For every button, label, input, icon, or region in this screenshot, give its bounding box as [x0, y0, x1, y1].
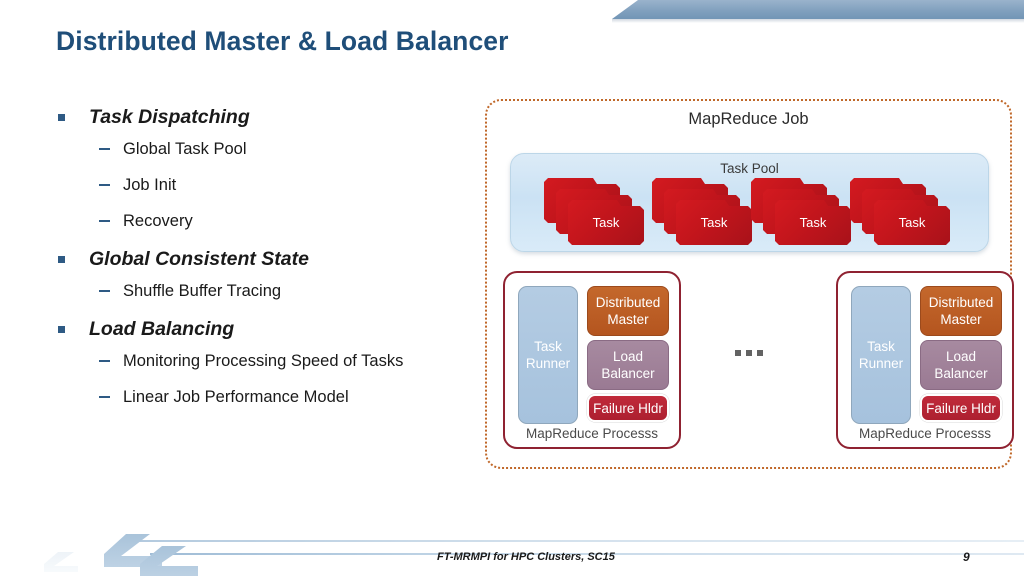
top-decorative-band-shadow	[612, 19, 1024, 23]
ellipsis-dot	[735, 350, 741, 356]
ellipsis-icon	[735, 350, 763, 356]
bullet-heading-label: Task Dispatching	[89, 106, 250, 128]
dash-bullet-icon	[99, 184, 110, 186]
bullet-group-0: Task Dispatching Global Task Pool Job In…	[56, 103, 476, 233]
bullet-sub-recovery: Recovery	[56, 209, 476, 233]
bullet-sub-linear-job-performance-model: Linear Job Performance Model	[56, 385, 476, 409]
distributed-master-box: Distributed Master	[920, 286, 1002, 336]
task-card: Task	[874, 200, 950, 245]
bullet-sub-label: Recovery	[123, 212, 193, 230]
dash-bullet-icon	[99, 396, 110, 398]
failure-handler-box: Failure Hldr	[587, 394, 669, 422]
square-bullet-icon	[58, 114, 65, 121]
failure-handler-box: Failure Hldr	[920, 394, 1002, 422]
task-pool-title: Task Pool	[720, 161, 779, 176]
mapreduce-process-box-left: Task Runner Distributed Master Load Bala…	[503, 271, 681, 449]
mapreduce-job-diagram: MapReduce Job Task Pool Task Task Task T…	[485, 99, 1014, 469]
square-bullet-icon	[58, 326, 65, 333]
load-balancer-box: Load Balancer	[587, 340, 669, 390]
dash-bullet-icon	[99, 290, 110, 292]
bullet-sub-label: Job Init	[123, 176, 177, 194]
diagram-title: MapReduce Job	[688, 110, 809, 128]
page-number: 9	[963, 550, 970, 564]
bullet-group-2: Load Balancing Monitoring Processing Spe…	[56, 315, 476, 409]
mapreduce-process-label: MapReduce Processs	[525, 426, 659, 441]
footer-chevron-ghost	[44, 552, 78, 572]
bullet-sub-shuffle-buffer-tracing: Shuffle Buffer Tracing	[56, 279, 476, 303]
bullet-sub-label: Linear Job Performance Model	[123, 388, 349, 406]
bullet-sub-label: Global Task Pool	[123, 140, 247, 158]
task-pool-container: Task Pool Task Task Task Task	[510, 153, 989, 252]
bullet-sub-label: Monitoring Processing Speed of Tasks	[123, 352, 404, 370]
bullet-sub-global-task-pool: Global Task Pool	[56, 137, 476, 161]
square-bullet-icon	[58, 256, 65, 263]
task-card: Task	[676, 200, 752, 245]
bullet-group-1: Global Consistent State Shuffle Buffer T…	[56, 245, 476, 303]
task-stack-3: Task	[850, 178, 962, 246]
dash-bullet-icon	[99, 220, 110, 222]
bullet-heading-load-balancing: Load Balancing	[56, 315, 476, 343]
task-card: Task	[775, 200, 851, 245]
dash-bullet-icon	[99, 148, 110, 150]
role-column: Distributed Master Load Balancer Failure…	[920, 286, 1002, 422]
bullet-heading-task-dispatching: Task Dispatching	[56, 103, 476, 131]
task-stack-0: Task	[544, 178, 656, 246]
load-balancer-box: Load Balancer	[920, 340, 1002, 390]
task-runner-box: Task Runner	[851, 286, 911, 424]
task-stack-2: Task	[751, 178, 863, 246]
bullet-heading-global-consistent-state: Global Consistent State	[56, 245, 476, 273]
ellipsis-dot	[757, 350, 763, 356]
mapreduce-process-box-right: Task Runner Distributed Master Load Bala…	[836, 271, 1014, 449]
bullet-sub-monitoring-processing-speed: Monitoring Processing Speed of Tasks	[56, 349, 476, 373]
ellipsis-dot	[746, 350, 752, 356]
task-card: Task	[568, 200, 644, 245]
task-runner-box: Task Runner	[518, 286, 578, 424]
footer-rule-upper	[120, 540, 1024, 542]
distributed-master-box: Distributed Master	[587, 286, 669, 336]
footer-text: FT-MRMPI for HPC Clusters, SC15	[437, 551, 615, 563]
dash-bullet-icon	[99, 360, 110, 362]
role-column: Distributed Master Load Balancer Failure…	[587, 286, 669, 422]
bullet-heading-label: Load Balancing	[89, 318, 235, 340]
page-title: Distributed Master & Load Balancer	[56, 26, 509, 56]
bullet-sub-job-init: Job Init	[56, 173, 476, 197]
bullet-sub-label: Shuffle Buffer Tracing	[123, 282, 282, 300]
mapreduce-process-label: MapReduce Processs	[858, 426, 992, 441]
top-decorative-band	[612, 0, 1024, 19]
bullet-heading-label: Global Consistent State	[89, 248, 309, 270]
task-stack-1: Task	[652, 178, 764, 246]
bullet-list: Task Dispatching Global Task Pool Job In…	[56, 103, 476, 421]
